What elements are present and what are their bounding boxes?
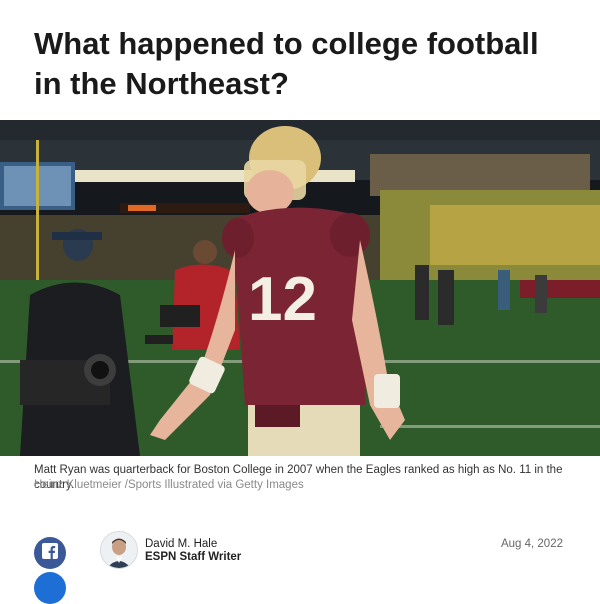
facebook-icon — [42, 542, 58, 564]
hero-photo: 12 — [0, 120, 600, 456]
author-role: ESPN Staff Writer — [145, 551, 242, 563]
author-avatar — [100, 531, 138, 569]
author-name[interactable]: David M. Hale — [145, 538, 217, 550]
photo-credit: Heinz Kluetmeier /Sports Illustrated via… — [34, 479, 304, 491]
publish-date: Aug 4, 2022 — [500, 538, 563, 550]
jersey-number: 12 — [248, 265, 317, 334]
share-button-secondary[interactable] — [34, 572, 66, 604]
facebook-share-button[interactable] — [34, 537, 66, 569]
article-headline: What happened to college football in the… — [34, 26, 539, 101]
